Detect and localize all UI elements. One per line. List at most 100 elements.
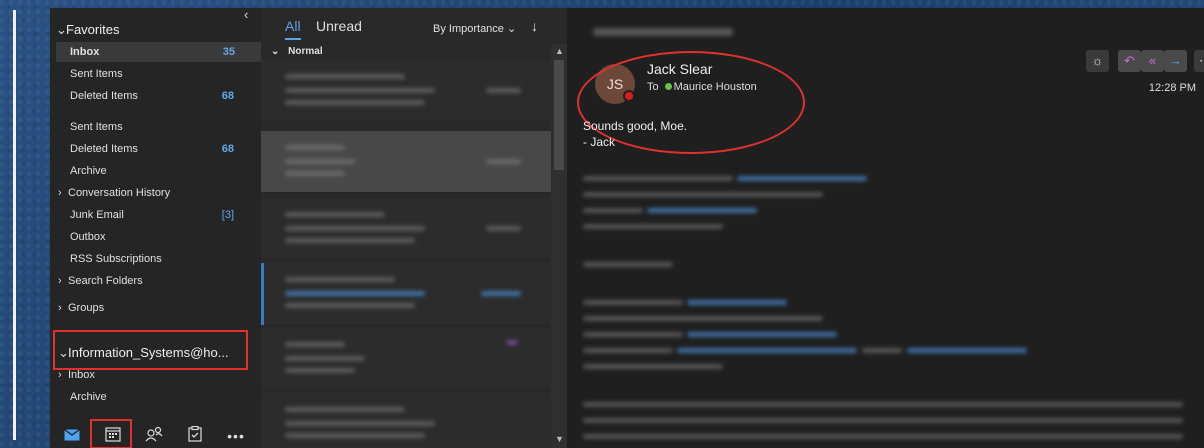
folder-item-account-archive[interactable]: Archive (70, 387, 250, 407)
folder-item-deleted-items-favorite[interactable]: Deleted Items 68 (70, 86, 250, 106)
tasks-icon[interactable] (185, 425, 205, 446)
more-icon[interactable]: ••• (226, 426, 246, 446)
forward-icon[interactable]: → (1164, 50, 1187, 72)
blurred-text (285, 171, 345, 176)
blurred-text (583, 402, 1183, 407)
blurred-text (285, 277, 395, 282)
body-text: Sounds good, Moe. (583, 119, 688, 133)
blurred-text (285, 433, 425, 438)
blurred-text (677, 348, 857, 353)
collapse-pane-icon[interactable]: ‹ (244, 8, 256, 22)
favorites-header[interactable]: ⌄Favorites (56, 22, 119, 38)
unread-count: 35 (222, 46, 235, 58)
blurred-text (583, 300, 683, 305)
blurred-text (285, 74, 405, 79)
theme-toggle-icon[interactable]: ☼ (1086, 50, 1109, 72)
blurred-text (687, 332, 837, 337)
tab-unread[interactable]: Unread (316, 18, 362, 34)
blurred-text (583, 348, 673, 353)
chevron-right-icon: › (58, 302, 62, 314)
folder-item-rss-subscriptions[interactable]: RSS Subscriptions (70, 249, 250, 269)
chevron-down-icon: ⌄ (506, 23, 517, 35)
blurred-text (862, 348, 902, 353)
folder-item-search-folders[interactable]: › Search Folders (58, 271, 238, 291)
blurred-text (583, 418, 1183, 423)
mail-icon[interactable] (62, 426, 82, 446)
blurred-text (907, 348, 1027, 353)
message-item[interactable] (261, 328, 551, 390)
scroll-down-icon[interactable]: ▼ (555, 434, 564, 444)
more-actions-icon[interactable]: ⋯ (1194, 50, 1204, 72)
reading-pane: JS Jack Slear To Maurice Houston 12:28 PM… (567, 8, 1204, 448)
blurred-text (285, 421, 435, 426)
blurred-text (481, 291, 521, 296)
message-item-unread[interactable] (261, 263, 551, 325)
message-item-selected[interactable] (261, 131, 551, 193)
message-item[interactable] (261, 198, 551, 260)
sort-direction-arrow-icon[interactable]: ↓ (531, 18, 538, 34)
blurred-text (486, 159, 521, 164)
desktop-edge-bar (13, 10, 16, 440)
message-list-scrollbar[interactable]: ▲ ▼ (551, 44, 567, 448)
reply-icon[interactable]: ↶ (1118, 50, 1141, 72)
message-item[interactable] (261, 60, 551, 122)
blurred-text (285, 212, 385, 217)
people-icon[interactable] (144, 426, 164, 446)
message-list-pane: All Unread By Importance ⌄ ↓ ⌄ Normal ▲ … (261, 8, 567, 448)
chevron-right-icon: › (58, 369, 62, 381)
blurred-text (285, 100, 425, 105)
tab-all[interactable]: All (285, 18, 301, 34)
blurred-icon (506, 340, 518, 345)
folder-pane: ‹ ⌄Favorites Inbox 35 Sent Items Deleted… (50, 8, 261, 448)
blurred-text (583, 224, 723, 229)
folder-item-junk-email[interactable]: Junk Email [3] (70, 205, 250, 225)
blurred-text (486, 88, 521, 93)
folder-item-inbox-favorite[interactable]: Inbox 35 (56, 42, 261, 62)
blurred-text (285, 407, 405, 412)
blurred-text (687, 300, 787, 305)
scroll-up-icon[interactable]: ▲ (555, 46, 564, 56)
chevron-down-icon: ⌄ (271, 46, 280, 57)
folder-item-deleted-items[interactable]: Deleted Items 68 (70, 139, 250, 159)
blurred-text (583, 208, 643, 213)
folder-item-account-inbox[interactable]: › Inbox (58, 365, 238, 385)
highlight-box-calendar (90, 419, 132, 448)
blurred-text (583, 192, 823, 197)
folder-item-conversation-history[interactable]: › Conversation History (58, 183, 238, 203)
folder-item-archive[interactable]: Archive (70, 161, 250, 181)
blurred-text (583, 176, 733, 181)
blurred-text (285, 368, 355, 373)
blurred-text (583, 316, 823, 321)
folder-item-sent-items[interactable]: Sent Items (70, 117, 250, 137)
blurred-text (647, 208, 757, 213)
blurred-text (285, 356, 365, 361)
blurred-subject (593, 28, 733, 36)
chevron-right-icon: › (58, 187, 62, 199)
received-time: 12:28 PM (1148, 82, 1196, 94)
unread-indicator (261, 263, 264, 325)
unread-count: 68 (221, 90, 234, 102)
sort-dropdown[interactable]: By Importance ⌄ (433, 22, 516, 35)
chevron-right-icon: › (58, 275, 62, 287)
folder-item-sent-items-favorite[interactable]: Sent Items (70, 64, 250, 84)
reply-all-icon[interactable]: « (1141, 50, 1164, 72)
group-header-normal[interactable]: ⌄ Normal (271, 46, 323, 57)
blurred-text (737, 176, 867, 181)
blurred-text (285, 238, 415, 243)
folder-item-groups[interactable]: › Groups (58, 298, 238, 318)
active-tab-indicator (285, 38, 301, 40)
blurred-text (583, 262, 673, 267)
unread-count: 68 (221, 143, 234, 155)
blurred-text (285, 342, 345, 347)
scrollbar-thumb[interactable] (554, 60, 564, 170)
blurred-text (285, 145, 345, 150)
outlook-window: ‹ ⌄Favorites Inbox 35 Sent Items Deleted… (50, 8, 1204, 448)
highlight-box-account (53, 330, 248, 370)
blurred-text (583, 434, 1183, 439)
folder-item-outbox[interactable]: Outbox (70, 227, 250, 247)
message-item[interactable] (261, 393, 551, 448)
module-nav-bar: ••• (50, 418, 261, 448)
blurred-text (285, 159, 355, 164)
body-text: - Jack (583, 135, 616, 149)
blurred-text (583, 364, 723, 369)
